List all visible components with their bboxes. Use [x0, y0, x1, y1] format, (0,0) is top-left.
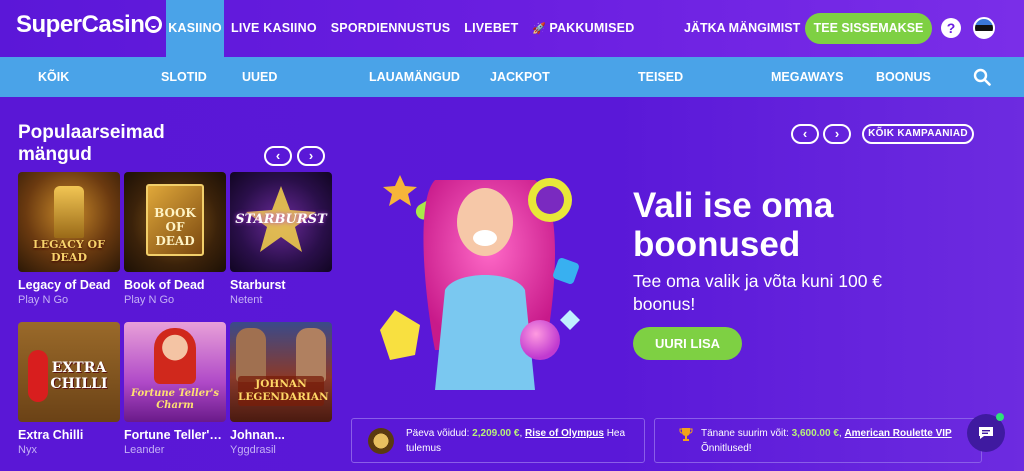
promo-hero-illustration [380, 175, 580, 390]
all-campaigns-button[interactable]: KÕIK KAMPAANIAD [862, 124, 974, 144]
category-uued[interactable]: UUED [242, 57, 277, 97]
category-teised[interactable]: TEISED [638, 57, 683, 97]
daily-wins-amount: 2,209.00 € [472, 428, 520, 439]
nav-item-kasiino[interactable]: KASIINO [166, 0, 224, 57]
game-art-text: STARBURST [235, 212, 327, 227]
main-nav: KASIINO LIVE KASIINO SPORDIENNUSTUS LIVE… [166, 0, 641, 57]
game-tile-legacy-of-dead[interactable]: LEGACY OF DEAD Legacy of Dead Play N Go [18, 172, 120, 306]
daily-wins-text: Päeva võidud: 2,209.00 €, Rise of Olympu… [406, 426, 642, 456]
trophy-icon [679, 428, 693, 441]
game-thumbnail[interactable]: STARBURST [230, 172, 332, 272]
top-win-separator: , [838, 428, 842, 439]
game-tile-extra-chilli[interactable]: EXTRA CHILLI Extra Chilli Nyx [18, 322, 120, 456]
nav-item-live-kasiino[interactable]: LIVE KASIINO [224, 0, 324, 57]
estonia-flag-icon[interactable] [973, 17, 995, 39]
daily-wins-separator: , [519, 428, 523, 439]
deposit-button[interactable]: TEE SISSEMAKSE [805, 13, 932, 44]
character-left-art [236, 328, 266, 382]
learn-more-button[interactable]: UURI LISA [633, 327, 742, 360]
game-thumbnail[interactable]: LEGACY OF DEAD [18, 172, 120, 272]
game-tile-book-of-dead[interactable]: BOOK OF DEAD Book of Dead Play N Go [124, 172, 226, 306]
game-name[interactable]: Extra Chilli [18, 428, 120, 442]
daily-wins-ticker: Päeva võidud: 2,209.00 €, Rise of Olympu… [351, 418, 645, 463]
online-status-dot [996, 413, 1004, 421]
daily-wins-game-link[interactable]: Rise of Olympus [525, 428, 604, 439]
game-provider: Nyx [18, 444, 37, 456]
promo-subtitle: Tee oma valik ja võta kuni 100 € boonus! [633, 271, 883, 314]
game-provider: Netent [230, 294, 263, 306]
top-win-label: Tänane suurim võit: [701, 428, 789, 439]
top-win-game-link[interactable]: American Roulette VIP [844, 428, 951, 439]
game-provider: Yggdrasil [230, 444, 276, 456]
popular-prev-button[interactable]: ‹ [264, 146, 292, 166]
chat-icon [979, 427, 993, 439]
game-thumbnail[interactable]: JOHNAN LEGENDARIAN [230, 322, 332, 422]
game-name[interactable]: Book of Dead [124, 278, 226, 292]
game-tile-johnan-legendarian[interactable]: JOHNAN LEGENDARIAN Johnan... Yggdrasil [230, 322, 332, 456]
game-tile-starburst[interactable]: STARBURST Starburst Netent [230, 172, 332, 306]
continue-playing-link[interactable]: JÄTKA MÄNGIMIST [684, 21, 800, 35]
game-art-text: LEGACY OF DEAD [33, 238, 105, 264]
game-name[interactable]: Fortune Teller's... [124, 428, 226, 442]
supercasino-logo[interactable]: SuperCasin [16, 11, 163, 39]
game-tile-fortune-tellers-charm[interactable]: Fortune Teller's Charm Fortune Teller's.… [124, 322, 226, 456]
logo-smile-icon [145, 16, 163, 33]
promo-title: Vali ise oma boonused [633, 186, 834, 264]
game-name[interactable]: Johnan... [230, 428, 332, 442]
nav-item-pakkumised[interactable]: 🚀 PAKKUMISED [525, 0, 641, 57]
category-megaways[interactable]: MEGAWAYS [771, 57, 843, 97]
fortune-teller-art [154, 328, 196, 384]
popular-next-button[interactable]: › [297, 146, 325, 166]
top-win-amount: 3,600.00 € [791, 428, 839, 439]
nav-item-livebet[interactable]: LIVEBET [457, 0, 525, 57]
logo-text: SuperCasin [16, 11, 145, 38]
category-nav: KÕIK SLOTID UUED LAUAMÄNGUD JACKPOT TEIS… [0, 57, 1024, 97]
category-boonus[interactable]: BOONUS [876, 57, 931, 97]
game-art-text: Fortune Teller's Charm [130, 388, 220, 411]
game-name[interactable]: Legacy of Dead [18, 278, 120, 292]
nav-item-spordiennustus[interactable]: SPORDIENNUSTUS [324, 0, 457, 57]
character-right-art [296, 328, 326, 382]
rise-of-olympus-icon [368, 428, 394, 454]
search-icon[interactable] [973, 68, 991, 86]
top-win-ticker: Tänane suurim võit: 3,600.00 €, American… [654, 418, 982, 463]
game-thumbnail[interactable]: EXTRA CHILLI [18, 322, 120, 422]
game-provider: Leander [124, 444, 165, 456]
nav-item-pakkumised-label: PAKKUMISED [549, 21, 635, 35]
game-provider: Play N Go [124, 294, 175, 306]
help-icon[interactable]: ? [941, 18, 961, 38]
game-name[interactable]: Starburst [230, 278, 332, 292]
rocket-icon: 🚀 [532, 23, 547, 35]
game-art-text: JOHNAN LEGENDARIAN [238, 376, 329, 406]
game-provider: Play N Go [18, 294, 69, 306]
sarcophagus-art [54, 186, 84, 238]
category-koik[interactable]: KÕIK [38, 57, 69, 97]
category-lauamangud[interactable]: LAUAMÄNGUD [369, 57, 460, 97]
promo-prev-button[interactable]: ‹ [791, 124, 819, 144]
popular-games-title: Populaarseimad mängud [18, 122, 165, 165]
top-win-message: Õnnitlused! [701, 443, 752, 454]
category-jackpot[interactable]: JACKPOT [490, 57, 550, 97]
daily-wins-label: Päeva võidud: [406, 428, 470, 439]
game-art-text: BOOK OF DEAD [154, 206, 196, 248]
game-thumbnail[interactable]: Fortune Teller's Charm [124, 322, 226, 422]
game-thumbnail[interactable]: BOOK OF DEAD [124, 172, 226, 272]
top-header: SuperCasin KASIINO LIVE KASIINO SPORDIEN… [0, 0, 1024, 57]
promo-next-button[interactable]: › [823, 124, 851, 144]
game-art-text: EXTRA CHILLI [50, 360, 108, 392]
top-win-text: Tänane suurim võit: 3,600.00 €, American… [701, 426, 971, 456]
category-slotid[interactable]: SLOTID [161, 57, 207, 97]
